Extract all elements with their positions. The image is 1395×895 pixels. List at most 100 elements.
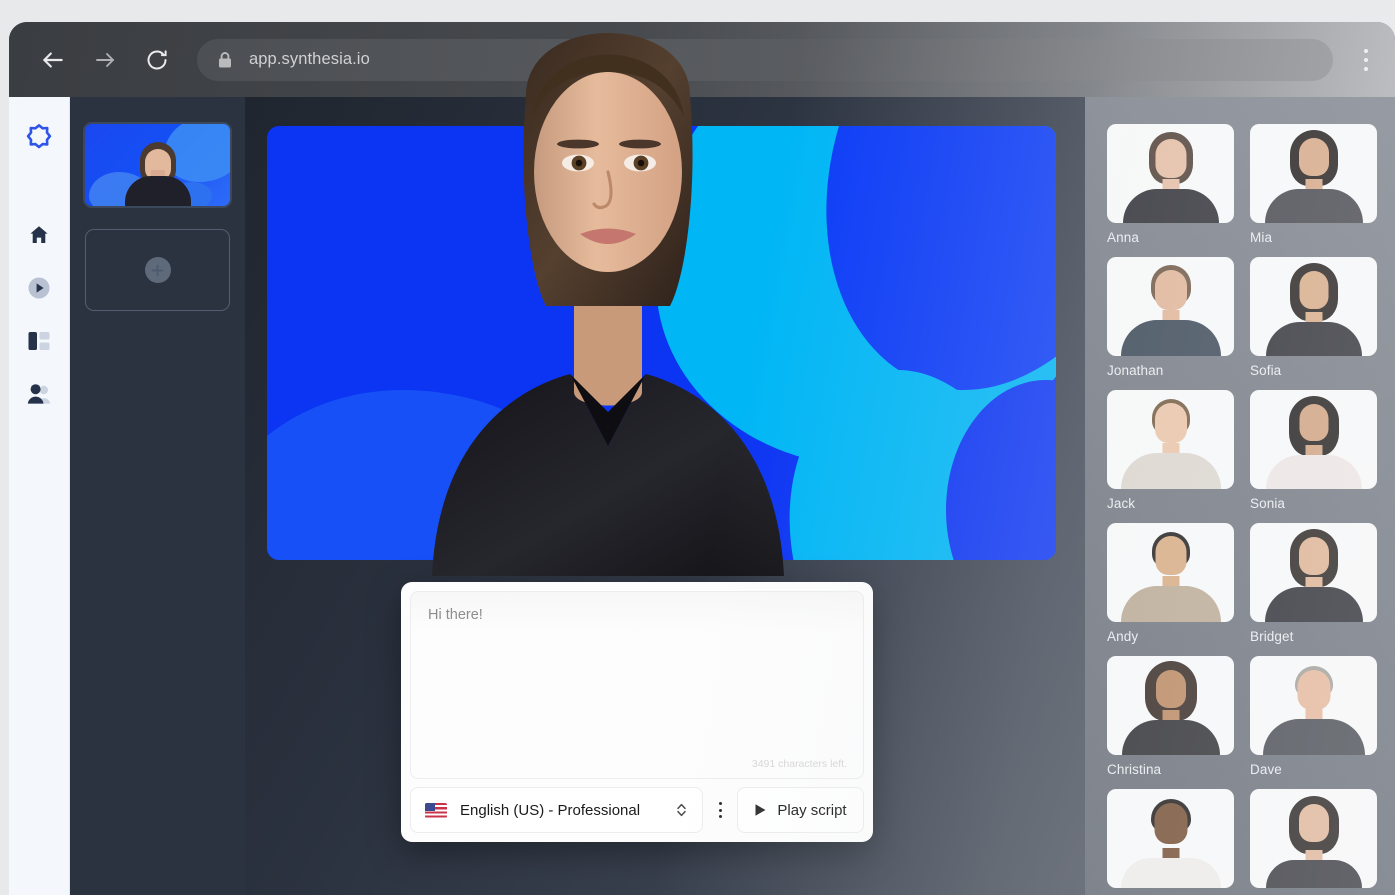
people-icon [27, 384, 51, 404]
dot [718, 808, 722, 812]
dot [718, 815, 722, 818]
avatar-card[interactable] [1250, 789, 1377, 888]
avatar-card[interactable]: Sonia [1250, 390, 1377, 511]
avatar-thumbnail[interactable] [1250, 789, 1377, 888]
avatar-face [1298, 537, 1329, 575]
avatar-body [124, 176, 191, 206]
avatar-face [1154, 270, 1187, 310]
avatar-body [1120, 586, 1221, 622]
avatar-name-label: Sonia [1250, 496, 1286, 511]
avatar-card[interactable] [1107, 789, 1234, 888]
avatar-body [1264, 587, 1363, 622]
synthesia-logo-icon [26, 124, 52, 149]
canvas-shape [267, 390, 597, 560]
avatar-body [1265, 322, 1362, 356]
play-icon [755, 804, 766, 816]
avatar-thumbnail[interactable] [1107, 257, 1234, 356]
scene-thumbnail-1[interactable] [85, 124, 230, 206]
avatar-thumbnail[interactable] [1250, 523, 1377, 622]
script-text: Hi there! [428, 607, 483, 623]
avatar-card[interactable]: Mia [1250, 124, 1377, 245]
dot [718, 802, 722, 805]
avatar-thumbnail[interactable] [1250, 656, 1377, 755]
us-flag-icon [425, 802, 447, 818]
browser-nav-buttons [31, 38, 179, 82]
sidebar-item-home[interactable] [17, 213, 61, 257]
arrow-left-icon [43, 51, 63, 68]
avatar-body [1121, 720, 1220, 755]
script-more-button[interactable] [709, 787, 731, 833]
avatar-thumbnail[interactable] [1250, 257, 1377, 356]
play-circle-icon [28, 277, 50, 299]
app-body: Hi there! 3491 characters left. English … [9, 97, 1395, 895]
avatar-body [1265, 860, 1362, 888]
browser-toolbar: app.synthesia.io [9, 22, 1395, 97]
avatar-card[interactable]: Dave [1250, 656, 1377, 777]
avatar-card[interactable]: Jack [1107, 390, 1234, 511]
browser-menu-button[interactable] [1351, 38, 1381, 82]
avatar-body [1262, 719, 1365, 755]
avatar-face [1298, 138, 1329, 176]
avatar-face [1155, 139, 1186, 178]
avatar-face [1154, 803, 1187, 844]
script-footer: English (US) - Professional Play script [410, 787, 864, 833]
characters-left-label: 3491 characters left. [751, 758, 847, 770]
add-scene-button[interactable] [85, 229, 230, 311]
dot [1364, 48, 1368, 53]
avatar-thumbnail[interactable] [1250, 124, 1377, 223]
synthesia-logo[interactable] [22, 119, 56, 158]
avatar-face [1297, 670, 1330, 710]
avatar-card[interactable]: Sofia [1250, 257, 1377, 378]
avatar-thumbnail[interactable] [1250, 390, 1377, 489]
avatar-body [1265, 455, 1362, 489]
avatar-face [1155, 536, 1186, 575]
address-bar[interactable]: app.synthesia.io [197, 38, 1333, 81]
avatar-card[interactable]: Christina [1107, 656, 1234, 777]
dot [1364, 57, 1368, 62]
avatar-body [1264, 189, 1363, 223]
avatar-face [1299, 404, 1328, 441]
avatar-card[interactable]: Anna [1107, 124, 1234, 245]
avatar-name-label: Bridget [1250, 629, 1294, 644]
play-script-button[interactable]: Play script [737, 787, 864, 833]
play-script-label: Play script [777, 801, 847, 819]
avatar-thumbnail[interactable] [1107, 523, 1234, 622]
avatar-body [1122, 189, 1219, 223]
arrow-right-icon [96, 52, 114, 67]
reload-button[interactable] [135, 38, 179, 82]
plus-icon [144, 257, 171, 283]
sidebar-item-templates[interactable] [17, 319, 61, 363]
scenes-panel [70, 97, 245, 895]
avatar-face [1299, 271, 1328, 309]
avatar-card[interactable]: Bridget [1250, 523, 1377, 644]
avatar-thumbnail[interactable] [1107, 390, 1234, 489]
sidebar-item-videos[interactable] [17, 266, 61, 310]
video-canvas[interactable] [267, 126, 1056, 560]
url-text: app.synthesia.io [249, 50, 370, 68]
avatar-body [1120, 858, 1221, 888]
dot [1364, 66, 1368, 71]
avatar-name-label: Anna [1107, 230, 1139, 245]
language-select[interactable]: English (US) - Professional [410, 787, 703, 833]
avatar-name-label: Dave [1250, 762, 1282, 777]
script-input[interactable]: Hi there! 3491 characters left. [410, 591, 864, 779]
avatar-thumbnail[interactable] [1107, 124, 1234, 223]
layout-icon [28, 332, 50, 350]
avatar-thumbnail[interactable] [1107, 789, 1234, 888]
lock-icon [219, 51, 231, 67]
sidebar-item-avatars[interactable] [17, 372, 61, 416]
avatar-thumbnail[interactable] [1107, 656, 1234, 755]
avatar-face [1298, 804, 1329, 842]
avatar-card[interactable]: Andy [1107, 523, 1234, 644]
avatar-face [1155, 670, 1186, 708]
avatar-face [1154, 403, 1187, 443]
browser-window: app.synthesia.io Hi there! 3491 characte… [9, 22, 1395, 895]
plus-glyph [151, 264, 164, 276]
forward-button[interactable] [83, 38, 127, 82]
avatar-name-label: Christina [1107, 762, 1162, 777]
avatar-card[interactable]: Jonathan [1107, 257, 1234, 378]
back-button[interactable] [31, 38, 75, 82]
avatar-body [1120, 453, 1221, 489]
avatar-name-label: Andy [1107, 629, 1139, 644]
editor-stage: Hi there! 3491 characters left. English … [245, 97, 1085, 895]
